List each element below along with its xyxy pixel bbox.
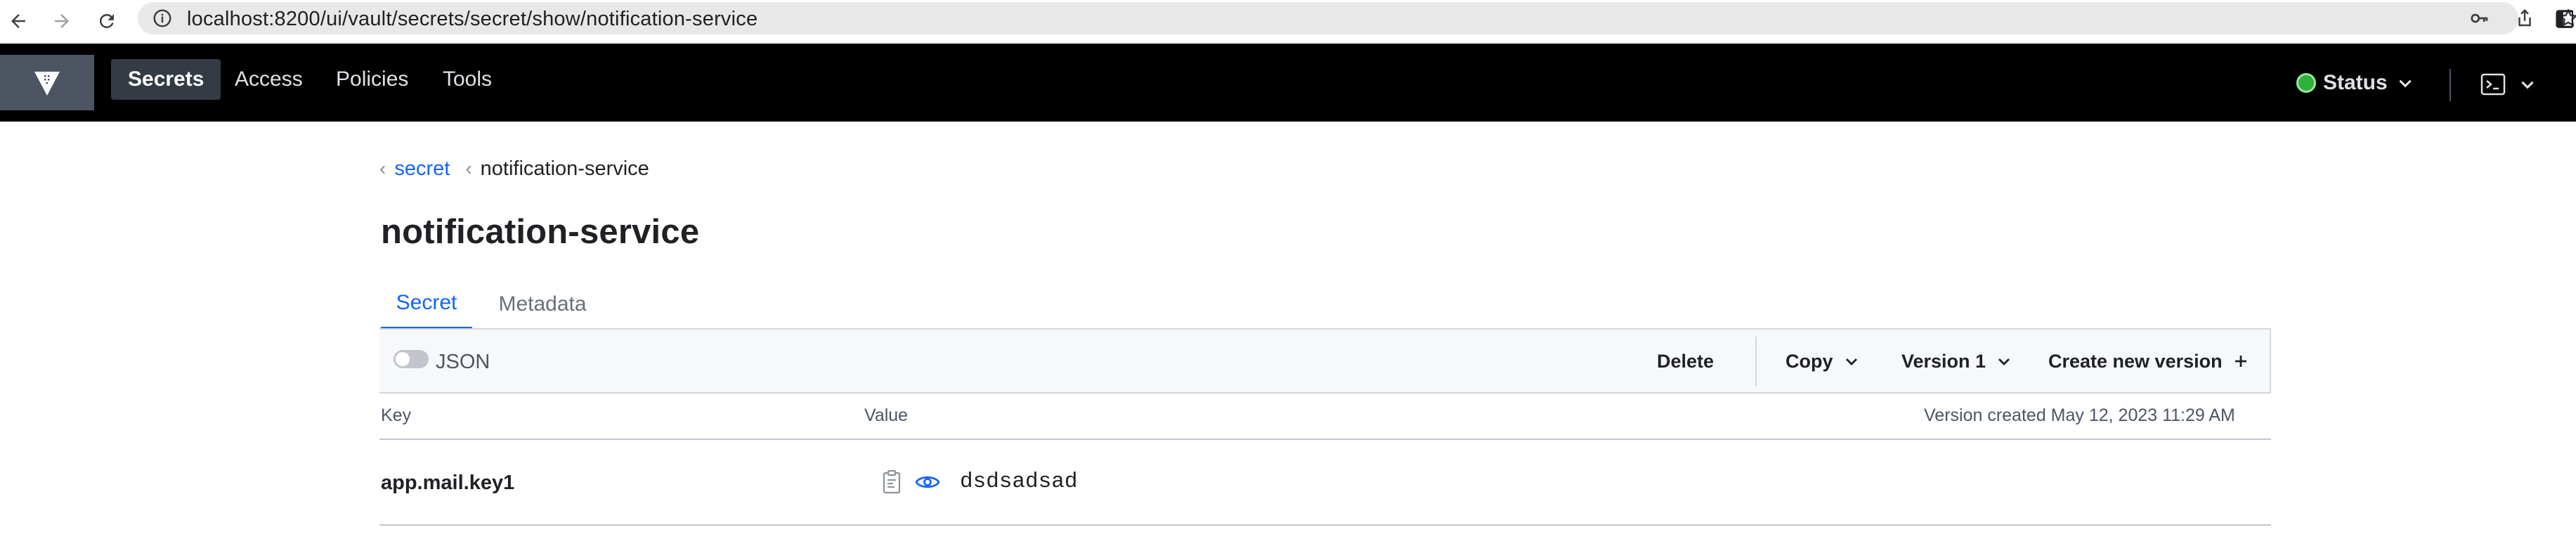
vault-triangle-icon (34, 71, 60, 96)
tab-secret[interactable]: Secret (381, 278, 472, 330)
eye-icon[interactable] (915, 472, 940, 492)
breadcrumb-secret-link[interactable]: secret (394, 157, 450, 181)
nav-access-link[interactable]: Access (218, 59, 320, 100)
arrow-right-icon (55, 14, 69, 28)
secret-key: app.mail.key1 (381, 472, 515, 494)
chevron-left-icon: ‹ (379, 157, 386, 179)
status-label: Status (2323, 71, 2388, 94)
create-new-version-button[interactable]: Create new version (2048, 342, 2249, 380)
nav-policies-link[interactable]: Policies (319, 59, 425, 100)
status-ok-icon (2296, 73, 2316, 93)
json-toggle[interactable] (393, 350, 429, 368)
delete-button[interactable]: Delete (1657, 342, 1714, 380)
table-header-divider (379, 439, 2271, 440)
terminal-icon (2480, 73, 2506, 96)
clipboard-copy-icon[interactable] (881, 469, 904, 495)
create-version-label: Create new version (2048, 350, 2223, 372)
version-created-info: Version created May 12, 2023 11:29 AM (1924, 405, 2235, 425)
side-panel-icon[interactable] (2555, 8, 2573, 30)
chevron-down-icon (2521, 81, 2534, 89)
copy-button-label: Copy (1785, 350, 1833, 372)
forward-button[interactable] (45, 4, 79, 38)
copy-dropdown-button[interactable]: Copy (1785, 342, 1860, 380)
secret-toolbar: JSON Delete Copy Version 1 Create new ve… (379, 328, 2271, 394)
back-button[interactable] (1, 4, 35, 38)
delete-button-label: Delete (1657, 350, 1715, 372)
version-button-label: Version 1 (1901, 350, 1986, 372)
share-icon[interactable] (2514, 8, 2535, 29)
plus-icon (2235, 356, 2246, 367)
status-menu-button[interactable]: Status (2296, 69, 2414, 97)
chevron-down-icon (1998, 358, 2010, 365)
nav-tools-link[interactable]: Tools (426, 59, 509, 100)
version-dropdown-button[interactable]: Version 1 (1901, 342, 2012, 380)
nav-secrets-link[interactable]: Secrets (111, 59, 221, 100)
breadcrumb: ‹ secret ‹ notification-service (379, 156, 649, 181)
table-row-divider (379, 524, 2271, 526)
value-column-header: Value (864, 405, 909, 425)
browser-toolbar: localhost:8200/ui/vault/secrets/secret/s… (0, 0, 2576, 43)
arrow-left-icon (11, 14, 25, 28)
chevron-down-icon (2399, 79, 2412, 88)
console-toggle-button[interactable] (2480, 69, 2537, 100)
chevron-left-icon: ‹ (465, 157, 472, 179)
reload-icon (99, 13, 114, 28)
chevron-down-icon (1845, 358, 1857, 365)
tab-metadata[interactable]: Metadata (486, 278, 599, 330)
key-column-header: Key (381, 405, 412, 425)
vault-logo[interactable] (0, 55, 94, 110)
secret-value: dsdsadsad (960, 469, 1078, 494)
address-bar[interactable]: localhost:8200/ui/vault/secrets/secret/s… (138, 2, 2576, 34)
reload-button[interactable] (90, 4, 124, 38)
page-title: notification-service (381, 213, 700, 251)
toolbar-divider (1755, 337, 1757, 386)
key-icon[interactable] (2469, 8, 2490, 29)
vault-header: Secrets Access Policies Tools Status (0, 44, 2576, 122)
site-info-icon[interactable] (152, 8, 173, 29)
json-toggle-label: JSON (436, 351, 490, 373)
url-text: localhost:8200/ui/vault/secrets/secret/s… (187, 8, 758, 30)
nav-divider (2450, 69, 2451, 101)
breadcrumb-current: notification-service (480, 157, 649, 180)
